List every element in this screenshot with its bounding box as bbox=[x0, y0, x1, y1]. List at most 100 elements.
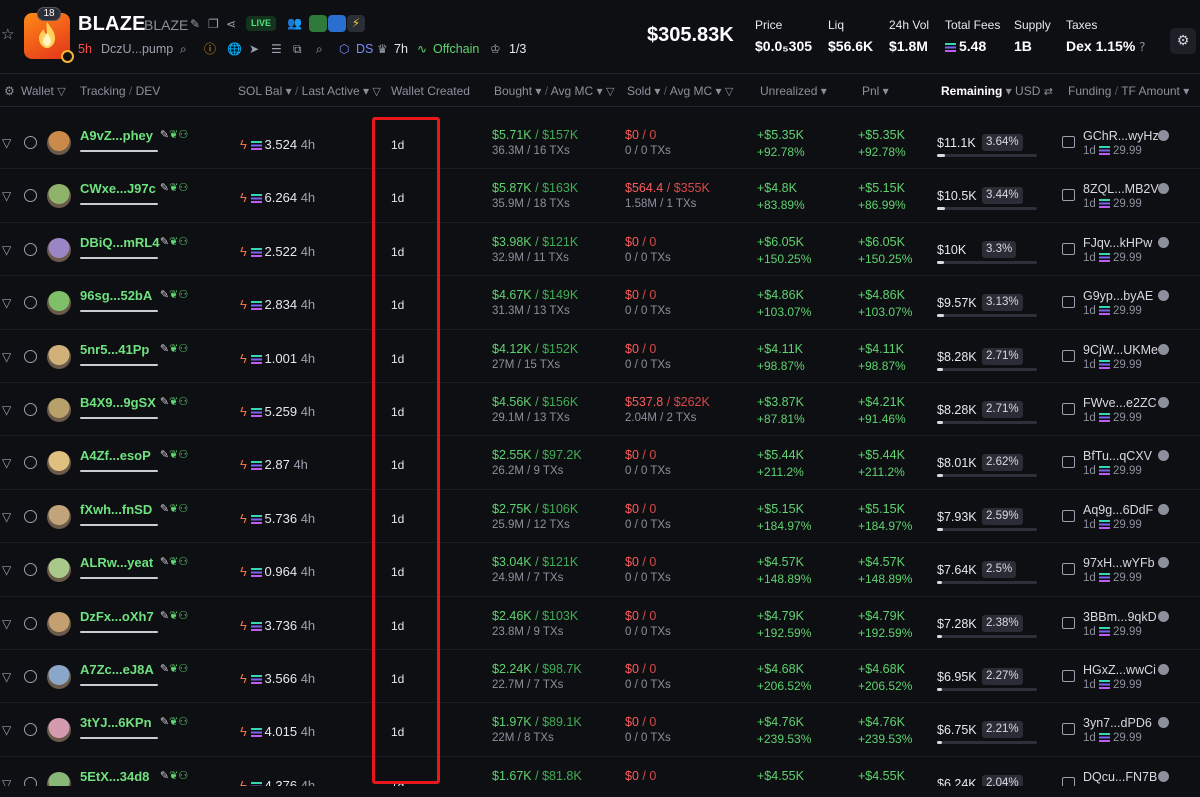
edit-icon[interactable]: ✎ bbox=[160, 128, 169, 141]
wallet-address[interactable]: 3tYJ...6KPn bbox=[80, 715, 152, 730]
funding-address[interactable]: BfTu...qCXV bbox=[1083, 449, 1152, 463]
col-tracking[interactable]: Tracking / DEV bbox=[80, 84, 160, 98]
table-row[interactable]: ▽ 3tYJ...6KPn ✎❦⚇ ϟ 4.015 4h 1d $1.97K /… bbox=[0, 703, 1200, 757]
currency-toggle-icon[interactable]: ⇄ bbox=[1044, 85, 1053, 98]
edit-icon[interactable]: ✎ bbox=[160, 342, 169, 355]
funding-address[interactable]: FWve...e2ZC bbox=[1083, 396, 1157, 410]
transfer-icon[interactable] bbox=[1062, 402, 1075, 415]
funding-address[interactable]: 8ZQL...MB2V bbox=[1083, 182, 1159, 196]
transfer-icon[interactable] bbox=[1062, 349, 1075, 362]
menu-icon[interactable] bbox=[24, 189, 37, 203]
wallet-address[interactable]: CWxe...J97c bbox=[80, 181, 156, 196]
funding-address[interactable]: HGxZ...wwCi bbox=[1083, 663, 1156, 677]
pill-icon-blue[interactable] bbox=[328, 15, 346, 32]
menu-icon[interactable] bbox=[24, 723, 37, 737]
funding-address[interactable]: G9yp...byAE bbox=[1083, 289, 1153, 303]
list-icon[interactable]: ☰ bbox=[271, 42, 282, 56]
funding-address[interactable]: 9CjW...UKMe bbox=[1083, 343, 1158, 357]
col-unrealized[interactable]: Unrealized ▾ bbox=[760, 84, 827, 98]
menu-icon[interactable] bbox=[24, 242, 37, 256]
edit-icon[interactable]: ✎ bbox=[160, 555, 169, 568]
star-icon[interactable]: ☆ bbox=[1, 26, 15, 42]
warning-icon[interactable]: ⓘ bbox=[204, 42, 216, 56]
menu-icon[interactable] bbox=[24, 402, 37, 416]
table-row[interactable]: ▽ A9vZ...phey ✎❦⚇ ϟ 3.524 4h 1d $5.71K /… bbox=[0, 116, 1200, 170]
col-wallet[interactable]: Wallet ▽ bbox=[21, 84, 66, 98]
edit-icon[interactable]: ✎ bbox=[190, 17, 200, 31]
filter-icon[interactable]: ▽ bbox=[2, 296, 11, 310]
filter-icon[interactable]: ▽ bbox=[2, 189, 11, 203]
transfer-icon[interactable] bbox=[1062, 669, 1075, 682]
filter-icon[interactable]: ▽ bbox=[725, 85, 733, 98]
menu-icon[interactable] bbox=[24, 669, 37, 683]
filter-icon[interactable]: ▽ bbox=[372, 85, 380, 98]
filter-icon[interactable]: ▽ bbox=[2, 670, 11, 684]
wallet-address[interactable]: DBiQ...mRL4 bbox=[80, 235, 159, 250]
filter-icon[interactable]: ▽ bbox=[57, 85, 65, 98]
edit-icon[interactable]: ✎ bbox=[160, 609, 169, 622]
menu-icon[interactable] bbox=[24, 296, 37, 310]
funding-address[interactable]: 97xH...wYFb bbox=[1083, 556, 1155, 570]
funding-address[interactable]: Aq9g...6DdF bbox=[1083, 503, 1153, 517]
token-address[interactable]: DczU...pump bbox=[101, 41, 173, 57]
edit-icon[interactable]: ✎ bbox=[160, 288, 169, 301]
wallet-address[interactable]: 5nr5...41Pp bbox=[80, 342, 149, 357]
transfer-icon[interactable] bbox=[1062, 136, 1075, 148]
filter-icon[interactable]: ▽ bbox=[2, 563, 11, 577]
mouse-icon[interactable]: ⌕ bbox=[180, 42, 187, 56]
transfer-icon[interactable] bbox=[1062, 509, 1075, 522]
funding-address[interactable]: GChR...wyHz bbox=[1083, 129, 1159, 143]
table-row[interactable]: ▽ DzFx...oXh7 ✎❦⚇ ϟ 3.736 4h 1d $2.46K /… bbox=[0, 597, 1200, 650]
ds-link[interactable]: DS bbox=[356, 41, 373, 57]
settings-button[interactable]: ⚙ bbox=[1170, 28, 1196, 54]
filter-icon[interactable]: ▽ bbox=[2, 617, 11, 631]
edit-icon[interactable]: ✎ bbox=[160, 769, 169, 782]
table-row[interactable]: ▽ B4X9...9gSX ✎❦⚇ ϟ 5.259 4h 1d $4.56K /… bbox=[0, 383, 1200, 437]
filter-icon[interactable]: ▽ bbox=[2, 136, 11, 150]
menu-icon[interactable] bbox=[24, 456, 37, 470]
wallet-address[interactable]: 96sg...52bA bbox=[80, 288, 152, 303]
table-row[interactable]: ▽ CWxe...J97c ✎❦⚇ ϟ 6.264 4h 1d $5.87K /… bbox=[0, 169, 1200, 223]
lightning-icon[interactable]: ⚡ bbox=[347, 15, 365, 32]
filter-icon[interactable]: ▽ bbox=[2, 403, 11, 417]
filter-icon[interactable]: ▽ bbox=[2, 350, 11, 364]
transfer-icon[interactable] bbox=[1062, 616, 1075, 629]
dexscreener-icon[interactable]: ⬡ bbox=[339, 42, 349, 56]
funding-address[interactable]: 3BBm...9qkD bbox=[1083, 610, 1157, 624]
telegram-icon[interactable]: ➤ bbox=[249, 42, 259, 56]
edit-icon[interactable]: ✎ bbox=[160, 662, 169, 675]
wallet-address[interactable]: A4Zf...esoP bbox=[80, 448, 151, 463]
table-row[interactable]: ▽ A4Zf...esoP ✎❦⚇ ϟ 2.87 4h 1d $2.55K / … bbox=[0, 436, 1200, 490]
edit-icon[interactable]: ✎ bbox=[160, 395, 169, 408]
transfer-icon[interactable] bbox=[1062, 189, 1075, 202]
help-icon[interactable]: ? bbox=[1139, 40, 1145, 54]
edit-icon[interactable]: ✎ bbox=[160, 502, 169, 515]
search-icon[interactable]: ⌕ bbox=[316, 42, 323, 56]
table-row[interactable]: ▽ fXwh...fnSD ✎❦⚇ ϟ 5.736 4h 1d $2.75K /… bbox=[0, 490, 1200, 544]
copy-icon[interactable]: ❐ bbox=[208, 17, 219, 31]
transfer-icon[interactable] bbox=[1062, 723, 1075, 736]
filter-icon[interactable]: ▽ bbox=[2, 510, 11, 524]
table-row[interactable]: ▽ ALRw...yeat ✎❦⚇ ϟ 0.964 4h 1d $3.04K /… bbox=[0, 543, 1200, 597]
transfer-icon[interactable] bbox=[1062, 242, 1075, 255]
filter-icon[interactable]: ▽ bbox=[2, 723, 11, 737]
table-row[interactable]: ▽ 5nr5...41Pp ✎❦⚇ ϟ 1.001 4h 1d $4.12K /… bbox=[0, 330, 1200, 383]
horizontal-scrollbar[interactable] bbox=[0, 786, 1200, 797]
funding-address[interactable]: FJqv...kHPw bbox=[1083, 236, 1152, 250]
col-funding[interactable]: Funding / TF Amount ▾ bbox=[1068, 84, 1189, 98]
filter-icon[interactable]: ▽ bbox=[606, 85, 614, 98]
wallet-address[interactable]: DzFx...oXh7 bbox=[80, 609, 154, 624]
col-bought[interactable]: Bought ▾ / Avg MC ▾ ▽ bbox=[494, 84, 614, 98]
menu-icon[interactable] bbox=[24, 349, 37, 363]
table-row[interactable]: ▽ 96sg...52bA ✎❦⚇ ϟ 2.834 4h 1d $4.67K /… bbox=[0, 276, 1200, 330]
users-icon[interactable]: 👥 bbox=[287, 16, 302, 30]
table-row[interactable]: ▽ A7Zc...eJ8A ✎❦⚇ ϟ 3.566 4h 1d $2.24K /… bbox=[0, 650, 1200, 704]
funding-address[interactable]: 3yn7...dPD6 bbox=[1083, 716, 1152, 730]
filter-icon[interactable]: ▽ bbox=[2, 456, 11, 470]
col-wallet-created[interactable]: Wallet Created bbox=[391, 84, 470, 98]
col-pnl[interactable]: Pnl ▾ bbox=[862, 84, 889, 98]
wallet-address[interactable]: 5EtX...34d8 bbox=[80, 769, 149, 784]
funding-address[interactable]: DQcu...FN7B bbox=[1083, 770, 1157, 784]
transfer-icon[interactable] bbox=[1062, 296, 1075, 309]
wallet-address[interactable]: A9vZ...phey bbox=[80, 128, 153, 143]
